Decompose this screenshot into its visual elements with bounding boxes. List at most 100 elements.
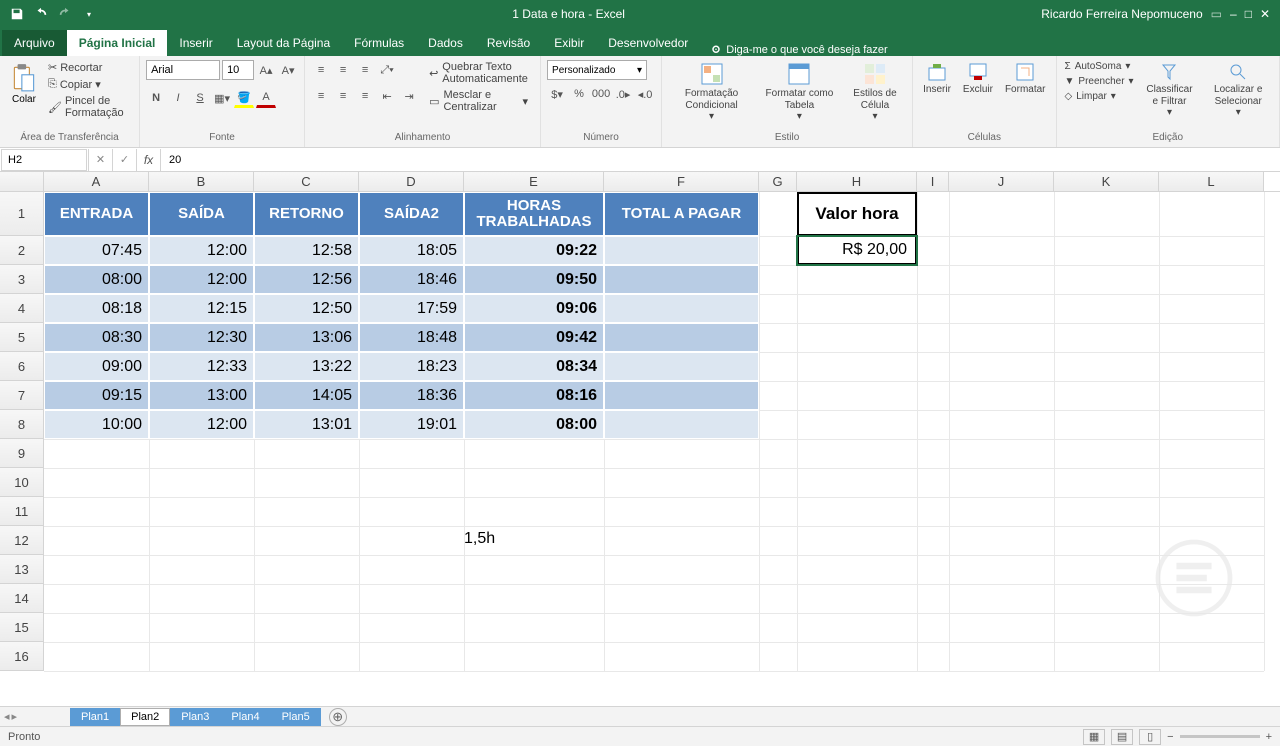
cell-E5[interactable]: 09:42 [464,323,604,352]
cond-format-button[interactable]: Formatação Condicional▾ [668,60,755,130]
col-header-L[interactable]: L [1159,172,1264,191]
row-header-8[interactable]: 8 [0,410,44,439]
cell-F5[interactable] [604,323,759,352]
table-header-cell[interactable]: ENTRADA [44,192,149,236]
tab-review[interactable]: Revisão [475,30,542,56]
cell-D3[interactable]: 18:46 [359,265,464,294]
cell-F7[interactable] [604,381,759,410]
page-layout-icon[interactable]: ▤ [1111,729,1133,745]
row-header-14[interactable]: 14 [0,584,44,613]
tab-file[interactable]: Arquivo [2,30,67,56]
autosum-button[interactable]: ΣAutoSoma ▾ [1063,60,1136,73]
font-color-button[interactable]: A [256,88,276,108]
spreadsheet-grid[interactable]: ABCDEFGHIJKL 12345678910111213141516 ENT… [0,172,1280,706]
tab-view[interactable]: Exibir [542,30,596,56]
row-header-2[interactable]: 2 [0,236,44,265]
row-header-9[interactable]: 9 [0,439,44,468]
align-right-icon[interactable]: ≡ [355,86,375,106]
row-header-11[interactable]: 11 [0,497,44,526]
row-header-12[interactable]: 12 [0,526,44,555]
cell-A6[interactable]: 09:00 [44,352,149,381]
tab-dev[interactable]: Desenvolvedor [596,30,700,56]
cell-D4[interactable]: 17:59 [359,294,464,323]
copy-button[interactable]: ⎘Copiar ▾ [46,77,133,92]
col-header-I[interactable]: I [917,172,949,191]
cell-A3[interactable]: 08:00 [44,265,149,294]
col-header-H[interactable]: H [797,172,917,191]
qat-customize-icon[interactable]: ▾ [80,5,98,23]
fill-color-button[interactable]: 🪣 [234,88,254,108]
row-header-10[interactable]: 10 [0,468,44,497]
sort-filter-button[interactable]: Classificar e Filtrar▾ [1140,60,1200,130]
tab-formulas[interactable]: Fórmulas [342,30,416,56]
align-center-icon[interactable]: ≡ [333,86,353,106]
row-header-7[interactable]: 7 [0,381,44,410]
cell-styles-button[interactable]: Estilos de Célula▾ [844,60,906,130]
tab-insert[interactable]: Inserir [167,30,224,56]
find-select-button[interactable]: Localizar e Selecionar▾ [1203,60,1273,130]
fx-icon[interactable]: fx [137,149,161,171]
col-header-G[interactable]: G [759,172,797,191]
col-header-C[interactable]: C [254,172,359,191]
cell-C7[interactable]: 14:05 [254,381,359,410]
delete-cells-button[interactable]: Excluir [959,60,997,130]
increase-decimal-icon[interactable]: .0▸ [613,84,633,104]
row-header-3[interactable]: 3 [0,265,44,294]
cell-F6[interactable] [604,352,759,381]
page-break-icon[interactable]: ▯ [1139,729,1161,745]
clear-button[interactable]: ◇Limpar ▾ [1063,90,1136,103]
row-header-1[interactable]: 1 [0,192,44,236]
cell-B4[interactable]: 12:15 [149,294,254,323]
wrap-text-button[interactable]: ↩Quebrar Texto Automaticamente [423,60,534,86]
cell-D8[interactable]: 19:01 [359,410,464,439]
merge-button[interactable]: ▭Mesclar e Centralizar ▾ [423,88,534,114]
comma-icon[interactable]: 000 [591,84,611,104]
shrink-font-icon[interactable]: A▾ [278,60,298,80]
add-sheet-button[interactable]: ⊕ [329,708,347,726]
number-format-select[interactable]: Personalizado▾ [547,60,647,80]
cell-B7[interactable]: 13:00 [149,381,254,410]
cell-A7[interactable]: 09:15 [44,381,149,410]
paint-button[interactable]: 🖌Pincel de Formatação [46,94,133,120]
sheet-tab-Plan4[interactable]: Plan4 [220,708,270,726]
cut-button[interactable]: ✂Recortar [46,60,133,75]
col-header-D[interactable]: D [359,172,464,191]
cell-C2[interactable]: 12:58 [254,236,359,265]
select-all-corner[interactable] [0,172,44,191]
cell-C8[interactable]: 13:01 [254,410,359,439]
undo-icon[interactable] [32,5,50,23]
indent-decrease-icon[interactable]: ⇤ [377,86,397,106]
minimize-icon[interactable]: – [1230,7,1237,21]
cell-E2[interactable]: 09:22 [464,236,604,265]
align-left-icon[interactable]: ≡ [311,86,331,106]
indent-increase-icon[interactable]: ⇥ [399,86,419,106]
col-header-F[interactable]: F [604,172,759,191]
col-header-J[interactable]: J [949,172,1054,191]
cell-B5[interactable]: 12:30 [149,323,254,352]
table-header-cell[interactable]: HORAS TRABALHADAS [464,192,604,236]
table-header-cell[interactable]: SAÍDA [149,192,254,236]
bold-button[interactable]: N [146,88,166,108]
tab-layout[interactable]: Layout da Página [225,30,342,56]
font-size-select[interactable] [222,60,254,80]
zoom-out-icon[interactable]: − [1167,731,1173,743]
zoom-in-icon[interactable]: + [1266,731,1272,743]
cell-F2[interactable] [604,236,759,265]
enter-formula-icon[interactable]: ✓ [113,149,137,171]
row-header-6[interactable]: 6 [0,352,44,381]
tell-me-search[interactable]: Diga-me o que você deseja fazer [700,44,897,56]
percent-icon[interactable]: % [569,84,589,104]
col-header-E[interactable]: E [464,172,604,191]
grow-font-icon[interactable]: A▴ [256,60,276,80]
cell-E8[interactable]: 08:00 [464,410,604,439]
cell-E12[interactable]: 1,5h [464,530,495,548]
close-icon[interactable]: ✕ [1260,7,1270,21]
row-header-13[interactable]: 13 [0,555,44,584]
orientation-icon[interactable]: ⤢▾ [377,60,397,80]
cell-D5[interactable]: 18:48 [359,323,464,352]
cell-F4[interactable] [604,294,759,323]
sheet-tab-Plan1[interactable]: Plan1 [70,708,120,726]
sheet-tab-Plan5[interactable]: Plan5 [271,708,321,726]
cell-E3[interactable]: 09:50 [464,265,604,294]
cell-E7[interactable]: 08:16 [464,381,604,410]
